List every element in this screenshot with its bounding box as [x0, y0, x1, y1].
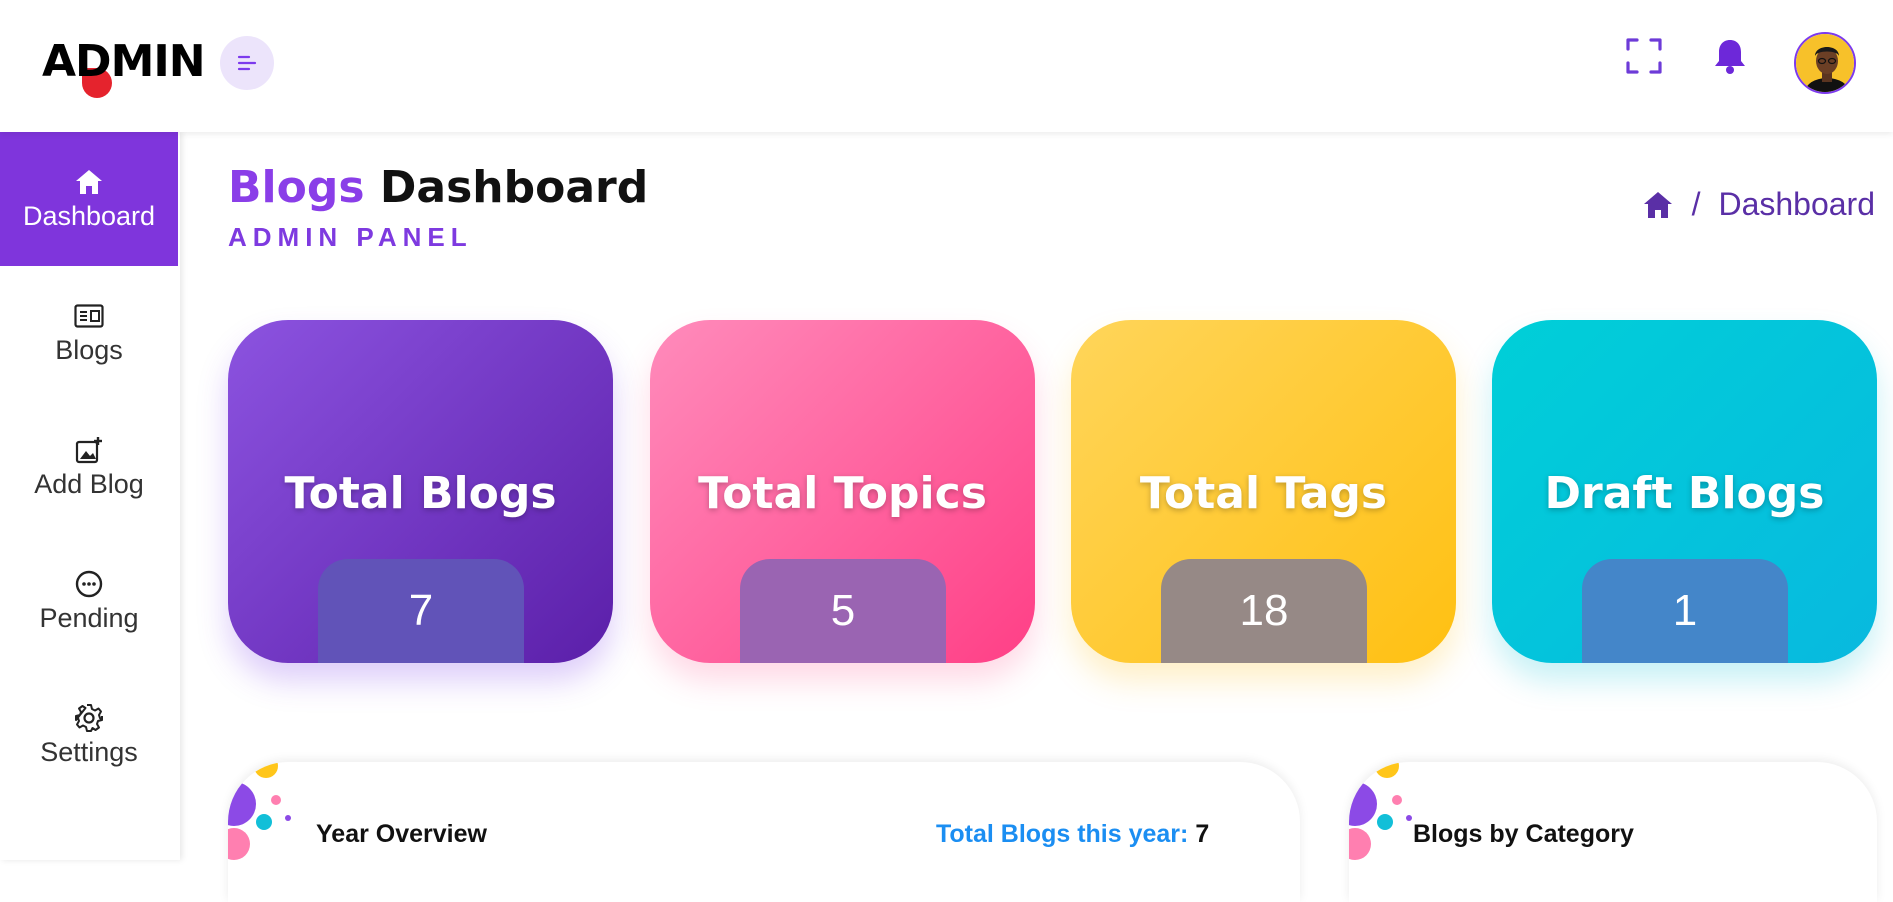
breadcrumb-home-icon[interactable] — [1642, 190, 1674, 220]
avatar[interactable] — [1794, 32, 1856, 94]
blogs-by-category-panel: Blogs by Category — [1349, 762, 1877, 902]
stat-card-draft-blogs[interactable]: Draft Blogs 1 — [1492, 320, 1877, 663]
stat-card-total-blogs[interactable]: Total Blogs 7 — [228, 320, 613, 663]
breadcrumb-current[interactable]: Dashboard — [1718, 186, 1875, 223]
breadcrumb: / Dashboard — [1642, 186, 1875, 223]
stat-card-value: 5 — [740, 559, 946, 663]
fullscreen-button[interactable] — [1624, 36, 1664, 76]
sidebar-item-label: Add Blog — [34, 468, 144, 499]
sidebar-item-settings[interactable]: Settings — [0, 668, 178, 802]
user-avatar-icon — [1796, 34, 1854, 92]
stat-card-value: 18 — [1161, 559, 1367, 663]
panel-title: Blogs by Category — [1413, 820, 1634, 848]
stat-card-total-topics[interactable]: Total Topics 5 — [650, 320, 1035, 663]
year-overview-panel: Year Overview Total Blogs this year: 7 — [228, 762, 1300, 902]
page-title-main: Dashboard — [379, 162, 649, 213]
logo[interactable]: ADMIN — [42, 36, 206, 98]
stat-card-title: Total Blogs — [284, 468, 557, 519]
sidebar: Dashboard Blogs Add Blog Pending Setting… — [0, 132, 180, 860]
fullscreen-icon — [1626, 38, 1662, 74]
menu-icon — [237, 55, 257, 71]
page-subtitle: ADMIN PANEL — [228, 222, 473, 252]
top-header: ADMIN — [0, 0, 1893, 132]
home-icon — [74, 167, 104, 197]
stat-value: 7 — [1195, 820, 1210, 848]
stat-card-title: Draft Blogs — [1544, 468, 1825, 519]
add-image-icon — [74, 435, 104, 465]
page-title-accent: Blogs — [228, 162, 365, 213]
sidebar-item-label: Pending — [39, 602, 139, 633]
stat-card-total-tags[interactable]: Total Tags 18 — [1071, 320, 1456, 663]
sidebar-item-label: Blogs — [55, 334, 123, 365]
stat-card-title: Total Topics — [698, 468, 987, 519]
stat-label: Total Blogs this year: — [936, 820, 1189, 848]
logo-text: ADMIN — [42, 36, 206, 87]
dots-circle-icon — [74, 569, 104, 599]
sidebar-item-dashboard[interactable]: Dashboard — [0, 132, 178, 266]
sidebar-item-label: Dashboard — [22, 200, 156, 231]
gear-icon — [74, 703, 104, 733]
menu-toggle-button[interactable] — [220, 36, 274, 90]
stat-card-title: Total Tags — [1139, 468, 1388, 519]
stat-card-value: 1 — [1582, 559, 1788, 663]
sidebar-item-blogs[interactable]: Blogs — [0, 266, 178, 400]
breadcrumb-separator: / — [1691, 186, 1701, 222]
stat-card-value: 7 — [318, 559, 524, 663]
notifications-button[interactable] — [1712, 36, 1748, 76]
bell-icon — [1715, 40, 1745, 74]
panel-title: Year Overview — [316, 820, 487, 848]
sidebar-item-pending[interactable]: Pending — [0, 534, 178, 668]
sidebar-item-add-blog[interactable]: Add Blog — [0, 400, 178, 534]
year-total-stat: Total Blogs this year: 7 — [936, 820, 1209, 849]
decorative-bubbles-icon — [228, 762, 291, 860]
newspaper-icon — [74, 301, 104, 331]
page-title: Blogs Dashboard — [228, 162, 648, 213]
sidebar-item-label: Settings — [40, 736, 138, 767]
